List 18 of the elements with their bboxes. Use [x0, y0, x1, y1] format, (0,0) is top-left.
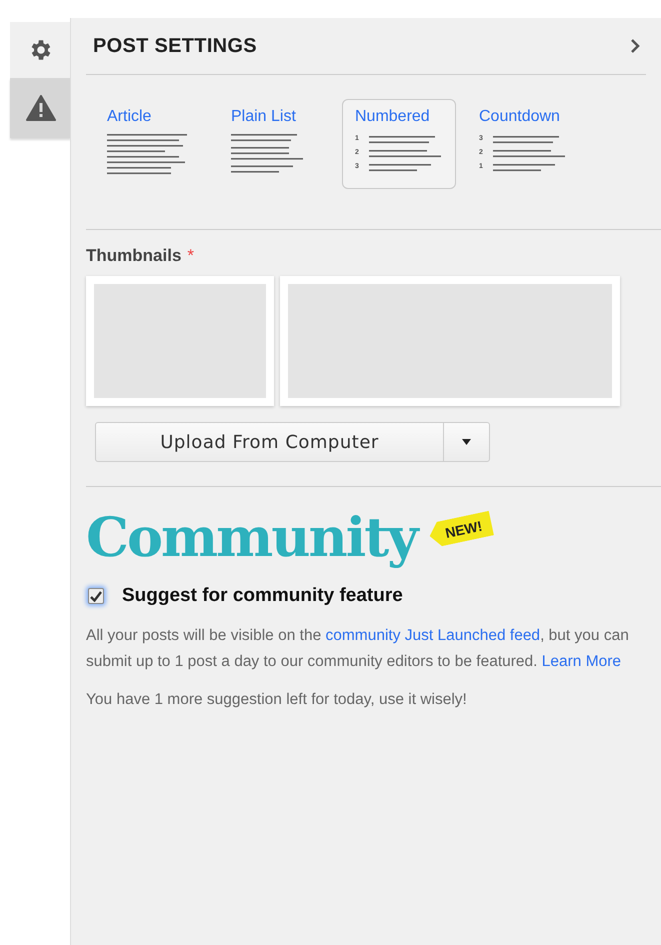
required-mark: *	[187, 246, 194, 266]
panel-title: POST SETTINGS	[93, 34, 257, 58]
warning-icon	[26, 95, 56, 121]
layout-option[interactable]: Article	[94, 99, 208, 189]
settings-tab[interactable]	[10, 22, 71, 78]
description-text: All your posts will be visible on the community Just Launched feed, but you can submit up to 1 post a day to our community editors to be featured. Learn More	[86, 626, 630, 672]
checkbox[interactable]	[88, 588, 104, 604]
note-text: You have 1 more suggestion left for today, use it wisely!	[86, 691, 468, 709]
community-logo: Community	[86, 505, 417, 569]
checkbox-label: Suggest for community feature	[122, 585, 403, 607]
link[interactable]: Learn More	[542, 652, 622, 670]
chevron-right-icon[interactable]	[630, 38, 640, 54]
warning-tab[interactable]	[10, 78, 71, 138]
layout-option[interactable]: Plain List	[218, 99, 332, 189]
field-label: Thumbnails	[86, 246, 182, 266]
link[interactable]: community Just Launched feed	[326, 627, 540, 644]
caret-down-icon	[462, 439, 471, 445]
upload-button[interactable]: Upload From Computer	[96, 423, 443, 461]
